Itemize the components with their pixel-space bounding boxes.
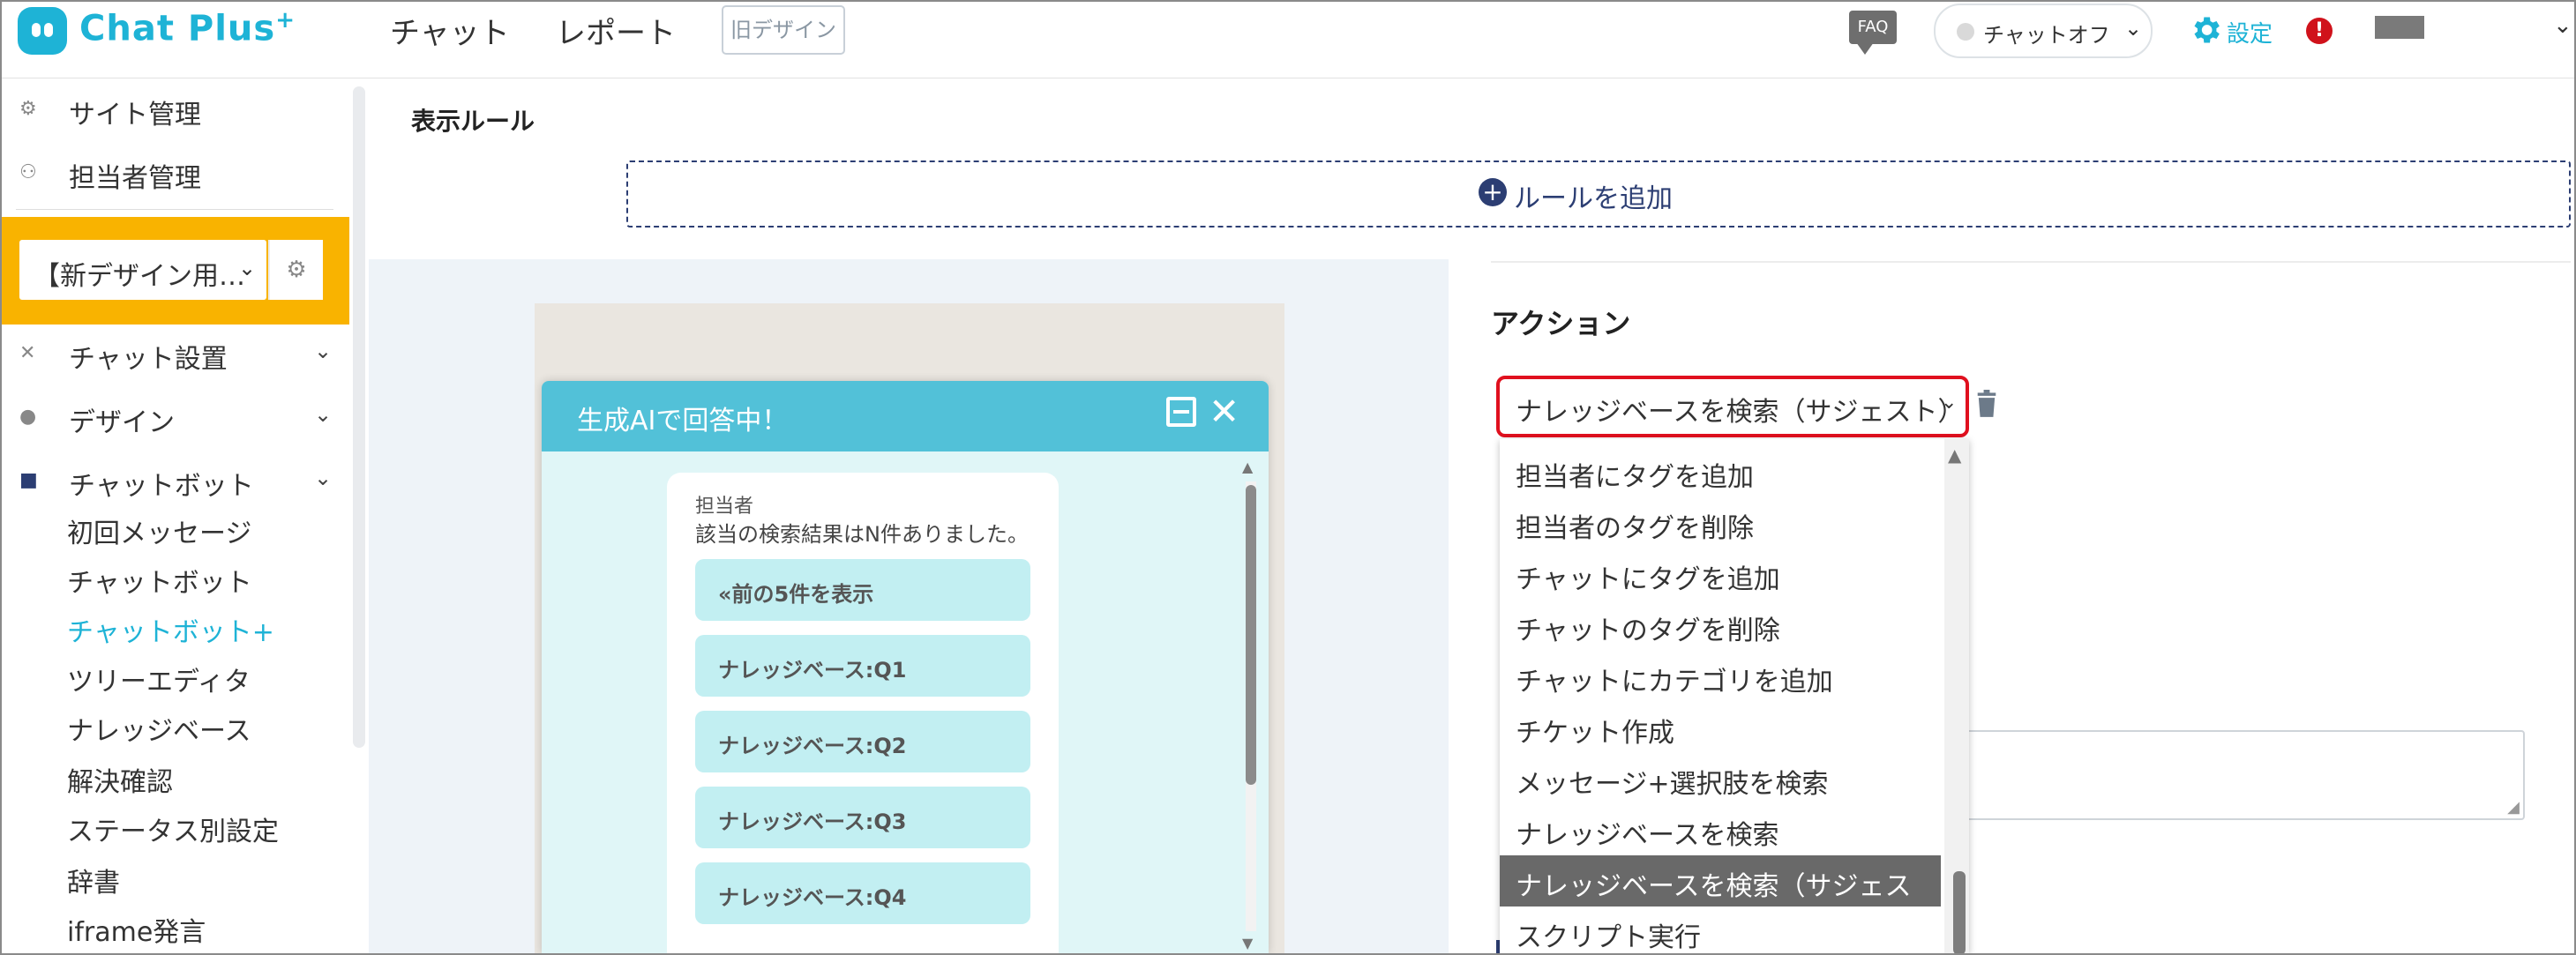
dropdown-option[interactable]: チャットのタグを削除 — [1500, 600, 1941, 651]
sidebar-scrollbar[interactable] — [353, 86, 365, 748]
message-sender: 担当者 — [695, 496, 754, 518]
dropdown-option[interactable]: チャットにカテゴリを追加 — [1500, 651, 1941, 702]
logo-icon — [18, 7, 67, 55]
sidebar-item-label: 担当者管理 — [69, 163, 201, 194]
dropdown-scrollbar[interactable]: ▲ — [1944, 439, 1969, 953]
divider — [16, 209, 333, 210]
action-select-value: ナレッジベースを検索（サジェスト） — [1516, 397, 1965, 428]
scroll-down-icon[interactable]: ▼ — [1242, 935, 1253, 951]
dropdown-option[interactable]: チケット作成 — [1500, 702, 1941, 753]
top-header: Chat Plus+ チャット レポート 旧デザイン FAQ チャットオフ ⌄ … — [2, 2, 2574, 78]
scroll-up-icon[interactable]: ▲ — [1242, 459, 1253, 475]
gear-icon: ⚙ — [19, 98, 37, 120]
trash-icon[interactable] — [1974, 390, 1999, 418]
action-dropdown-list: 担当者にタグを追加 担当者のタグを削除 チャットにタグを追加 チャットのタグを削… — [1500, 439, 1969, 953]
scroll-thumb[interactable] — [1246, 485, 1256, 785]
sidebar-subitem-dictionary[interactable]: 辞書 — [67, 861, 120, 899]
chevron-down-icon: ⌄ — [238, 256, 257, 280]
quick-reply-q3[interactable]: ナレッジベース:Q3 — [695, 787, 1030, 848]
dropdown-option[interactable]: チャットにタグを追加 — [1500, 548, 1941, 600]
palette-icon: ● — [19, 406, 37, 428]
add-rule-button[interactable]: + ルールを追加 — [626, 160, 2571, 228]
minimize-icon[interactable] — [1166, 397, 1196, 427]
site-select[interactable]: 【新デザイン用… ⌄ — [19, 240, 266, 300]
nav-chat[interactable]: チャット — [390, 9, 510, 52]
chevron-down-icon[interactable]: ⌄ — [2553, 12, 2572, 39]
dropdown-option[interactable]: 担当者にタグを追加 — [1500, 446, 1941, 497]
chevron-down-icon: ⌄ — [314, 402, 333, 427]
status-dot-icon — [1957, 23, 1974, 41]
app-window: Chat Plus+ チャット レポート 旧デザイン FAQ チャットオフ ⌄ … — [0, 0, 2576, 955]
sidebar-item-label: チャット設置 — [69, 344, 228, 375]
chat-widget-preview: 生成AIで回答中！ ✕ 担当者 該当の検索結果はN件ありました。 «前の5件を表… — [542, 381, 1269, 953]
dropdown-option[interactable]: メッセージ+選択肢を検索 — [1500, 753, 1941, 804]
site-settings-gear-icon[interactable]: ⚙ — [268, 240, 323, 300]
chat-status-label: チャットオフ — [1983, 23, 2110, 48]
chat-icon: ■ — [19, 469, 38, 491]
dropdown-option[interactable]: 担当者のタグを削除 — [1500, 497, 1941, 548]
gear-icon[interactable] — [2188, 12, 2223, 48]
chat-scrollbar[interactable]: ▲ ▼ — [1239, 459, 1262, 952]
nav-report[interactable]: レポート — [556, 9, 676, 52]
sidebar-item-chatbot[interactable]: ■ チャットボット ⌄ — [2, 455, 349, 508]
quick-reply-prev[interactable]: «前の5件を表示 — [695, 559, 1030, 621]
dropdown-option[interactable]: スクリプト実行 — [1500, 907, 1941, 953]
scroll-thumb[interactable] — [1953, 871, 1966, 953]
sidebar-subitem-iframe[interactable]: iframe発言 — [67, 910, 206, 949]
sidebar-subitem-resolution[interactable]: 解決確認 — [67, 760, 173, 799]
chat-widget-header: 生成AIで回答中！ ✕ — [542, 381, 1269, 451]
action-textarea[interactable]: ◢ — [1943, 730, 2525, 820]
chat-message-bubble: 担当者 該当の検索結果はN件ありました。 «前の5件を表示 ナレッジベース:Q1… — [667, 473, 1059, 953]
add-rule-label: ルールを追加 — [1514, 183, 1673, 214]
avatar[interactable] — [2375, 16, 2424, 39]
scroll-up-icon[interactable]: ▲ — [1948, 444, 1961, 466]
sidebar-item-staff-admin[interactable]: ⚇ 担当者管理 — [2, 147, 349, 200]
sidebar-item-chat-install[interactable]: ✕ チャット設置 ⌄ — [2, 328, 349, 381]
chevron-down-icon: ⌄ — [2124, 16, 2143, 41]
tools-icon: ✕ — [19, 342, 36, 364]
sidebar-item-site-admin[interactable]: ⚙ サイト管理 — [2, 84, 349, 137]
chevron-down-icon: ⌄ — [1941, 392, 1958, 414]
quick-reply-q4[interactable]: ナレッジベース:Q4 — [695, 862, 1030, 924]
site-select-value: 【新デザイン用… — [34, 261, 245, 292]
divider — [1491, 261, 2571, 263]
site-selector-panel: 【新デザイン用… ⌄ ⚙ — [2, 217, 349, 325]
faq-icon[interactable]: FAQ — [1849, 11, 1897, 55]
chevron-down-icon: ⌄ — [314, 339, 333, 363]
sidebar-subitem-tree-editor[interactable]: ツリーエディタ — [67, 660, 251, 698]
close-icon[interactable]: ✕ — [1209, 390, 1239, 433]
message-text: 該当の検索結果はN件ありました。 — [695, 522, 1029, 547]
sidebar-item-label: サイト管理 — [69, 100, 201, 131]
dropdown-option-selected[interactable]: ナレッジベースを検索（サジェスト） — [1500, 855, 1941, 941]
action-title: アクション — [1491, 307, 1631, 340]
action-select[interactable]: ナレッジベースを検索（サジェスト） ⌄ — [1496, 376, 1969, 437]
sidebar-subitem-status-settings[interactable]: ステータス別設定 — [67, 810, 279, 848]
sidebar-subitem-knowledge-base[interactable]: ナレッジベース — [67, 709, 251, 748]
chevron-down-icon: ⌄ — [314, 466, 333, 490]
plus-circle-icon: + — [1479, 178, 1507, 206]
sidebar-subitem-chatbot[interactable]: チャットボット — [67, 561, 252, 600]
users-icon: ⚇ — [19, 161, 37, 183]
sidebar-item-design[interactable]: ● デザイン ⌄ — [2, 392, 349, 444]
sidebar-item-label: チャットボット — [69, 471, 254, 502]
chat-widget-title: 生成AIで回答中！ — [577, 406, 789, 436]
sidebar-item-label: デザイン — [69, 407, 175, 438]
chat-status-dropdown[interactable]: チャットオフ ⌄ — [1934, 4, 2153, 58]
settings-link[interactable]: 設定 — [2227, 16, 2273, 48]
old-design-button[interactable]: 旧デザイン — [722, 5, 845, 55]
alert-icon[interactable]: ! — [2306, 18, 2333, 44]
resize-grip-icon[interactable]: ◢ — [2507, 798, 2520, 817]
sidebar-subitem-chatbot-plus[interactable]: チャットボット+ — [67, 610, 274, 649]
quick-reply-q2[interactable]: ナレッジベース:Q2 — [695, 711, 1030, 772]
logo[interactable]: Chat Plus+ — [79, 7, 296, 48]
sidebar-subitem-first-message[interactable]: 初回メッセージ — [67, 511, 251, 550]
display-rule-title: 表示ルール — [411, 107, 535, 136]
dropdown-option[interactable]: ナレッジベースを検索 — [1500, 804, 1941, 855]
quick-reply-q1[interactable]: ナレッジベース:Q1 — [695, 635, 1030, 697]
